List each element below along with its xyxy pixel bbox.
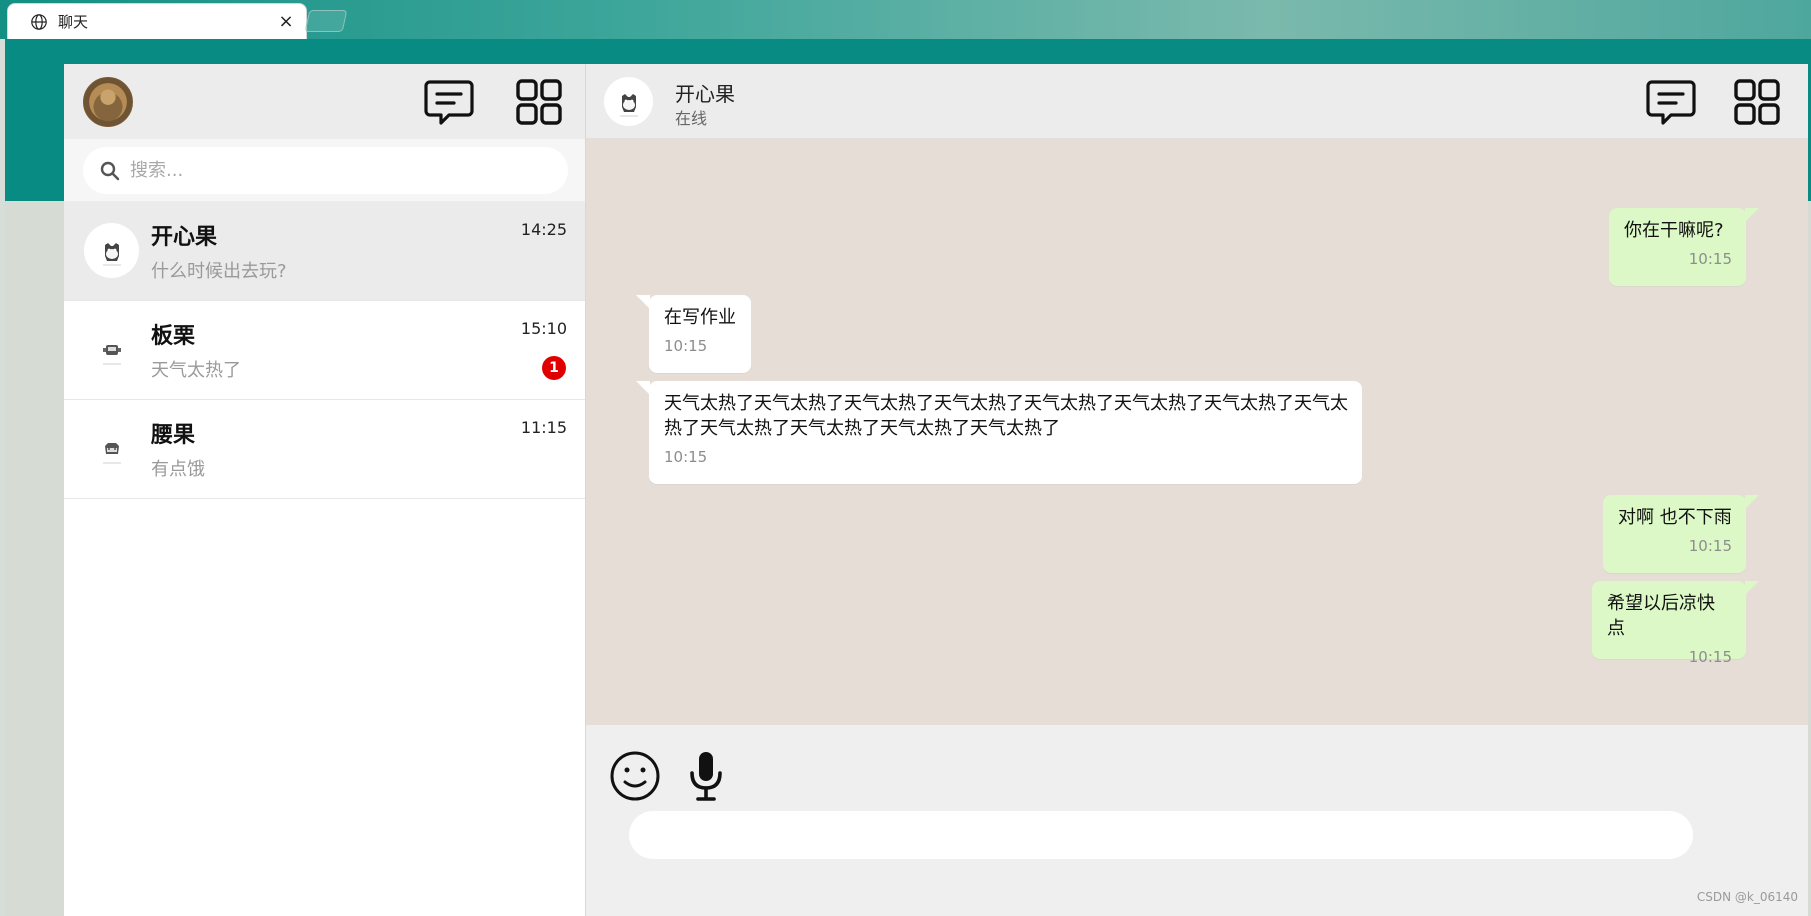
chat-preview: 天气太热了 (151, 360, 241, 381)
chat-app: 开心果 什么时候出去玩? 14:25 板栗 天气太热了 (64, 64, 1808, 916)
monkey-avatar-icon (95, 234, 128, 267)
monkey-avatar-icon (612, 85, 645, 118)
search-bar-area (64, 139, 585, 202)
chat-name: 腰果 (151, 423, 196, 448)
incoming-message[interactable]: 在写作业 10:15 (636, 295, 751, 373)
sidebar-header (64, 64, 585, 139)
outgoing-message[interactable]: 对啊 也不下雨 10:15 (1603, 495, 1759, 573)
chat-item[interactable]: 开心果 什么时候出去玩? 14:25 (64, 202, 585, 301)
outgoing-message[interactable]: 你在干嘛呢? 10:15 (1609, 208, 1759, 286)
my-avatar[interactable] (83, 77, 133, 127)
contact-avatar (84, 421, 139, 476)
watermark-text: CSDN @k_06140 (1696, 890, 1798, 904)
chat-sidebar: 开心果 什么时候出去玩? 14:25 板栗 天气太热了 (64, 64, 586, 916)
incoming-message[interactable]: 天气太热了天气太热了天气太热了天气太热了天气太热了天气太热了天气太热了天气太热了… (636, 381, 1362, 484)
message-input[interactable] (629, 811, 1693, 859)
chat-name: 开心果 (151, 225, 218, 250)
conversation-title: 开心果 (675, 82, 735, 106)
message-icon[interactable] (1645, 76, 1697, 128)
chat-time: 15:10 (520, 319, 567, 338)
chat-preview: 有点饿 (151, 459, 205, 480)
message-composer (586, 725, 1808, 916)
chat-item[interactable]: 板栗 天气太热了 15:10 1 (64, 301, 585, 400)
chat-item[interactable]: 腰果 有点饿 11:15 (64, 400, 585, 499)
left-background-strip (5, 201, 64, 916)
grid-icon[interactable] (1731, 76, 1783, 128)
browser-tab-strip: 聊天 × (0, 0, 1811, 39)
microphone-icon[interactable] (686, 749, 726, 803)
message-text: 天气太热了天气太热了天气太热了天气太热了天气太热了天气太热了天气太热了天气太热了… (664, 393, 1348, 439)
browser-tab[interactable]: 聊天 × (7, 3, 307, 39)
message-text: 你在干嘛呢? (1624, 220, 1724, 241)
message-time: 10:15 (1688, 537, 1732, 555)
message-icon[interactable] (423, 76, 475, 128)
message-time: 10:15 (1688, 250, 1732, 268)
chat-name: 板栗 (151, 324, 196, 349)
message-time: 10:15 (664, 337, 708, 355)
outgoing-message[interactable]: 希望以后凉快点 10:15 (1592, 581, 1759, 666)
new-tab-button[interactable] (304, 10, 348, 32)
message-text: 希望以后凉快点 (1607, 593, 1715, 639)
unread-badge: 1 (542, 356, 566, 380)
search-input[interactable] (130, 147, 550, 194)
conversation-header: 开心果 在线 (586, 64, 1808, 139)
contact-avatar (84, 322, 139, 377)
chat-preview: 什么时候出去玩? (151, 261, 287, 282)
chat-time: 14:25 (520, 220, 567, 239)
conversation-panel: 开心果 在线 你在干嘛呢? 10:15 在写作业 10:15 天气太热了天气太热… (586, 64, 1808, 916)
search-box[interactable] (83, 147, 568, 194)
conversation-status: 在线 (675, 109, 708, 128)
robot-avatar-icon (95, 333, 128, 366)
globe-icon (30, 13, 48, 31)
close-icon[interactable]: × (272, 8, 300, 36)
message-list: 你在干嘛呢? 10:15 在写作业 10:15 天气太热了天气太热了天气太热了天… (586, 139, 1808, 725)
chat-time: 11:15 (520, 418, 567, 437)
message-text: 在写作业 (664, 307, 736, 328)
conversation-avatar[interactable] (604, 77, 653, 126)
message-time: 10:15 (664, 448, 708, 466)
search-icon (99, 160, 121, 182)
animal-avatar-icon (95, 432, 128, 465)
grid-icon[interactable] (513, 76, 565, 128)
tab-title: 聊天 (58, 13, 89, 31)
message-text: 对啊 也不下雨 (1618, 507, 1732, 528)
chat-list: 开心果 什么时候出去玩? 14:25 板栗 天气太热了 15:10 1 腰果 有… (64, 202, 585, 499)
contact-avatar (84, 223, 139, 278)
message-time: 10:15 (1688, 648, 1732, 666)
smile-icon[interactable] (609, 750, 661, 802)
